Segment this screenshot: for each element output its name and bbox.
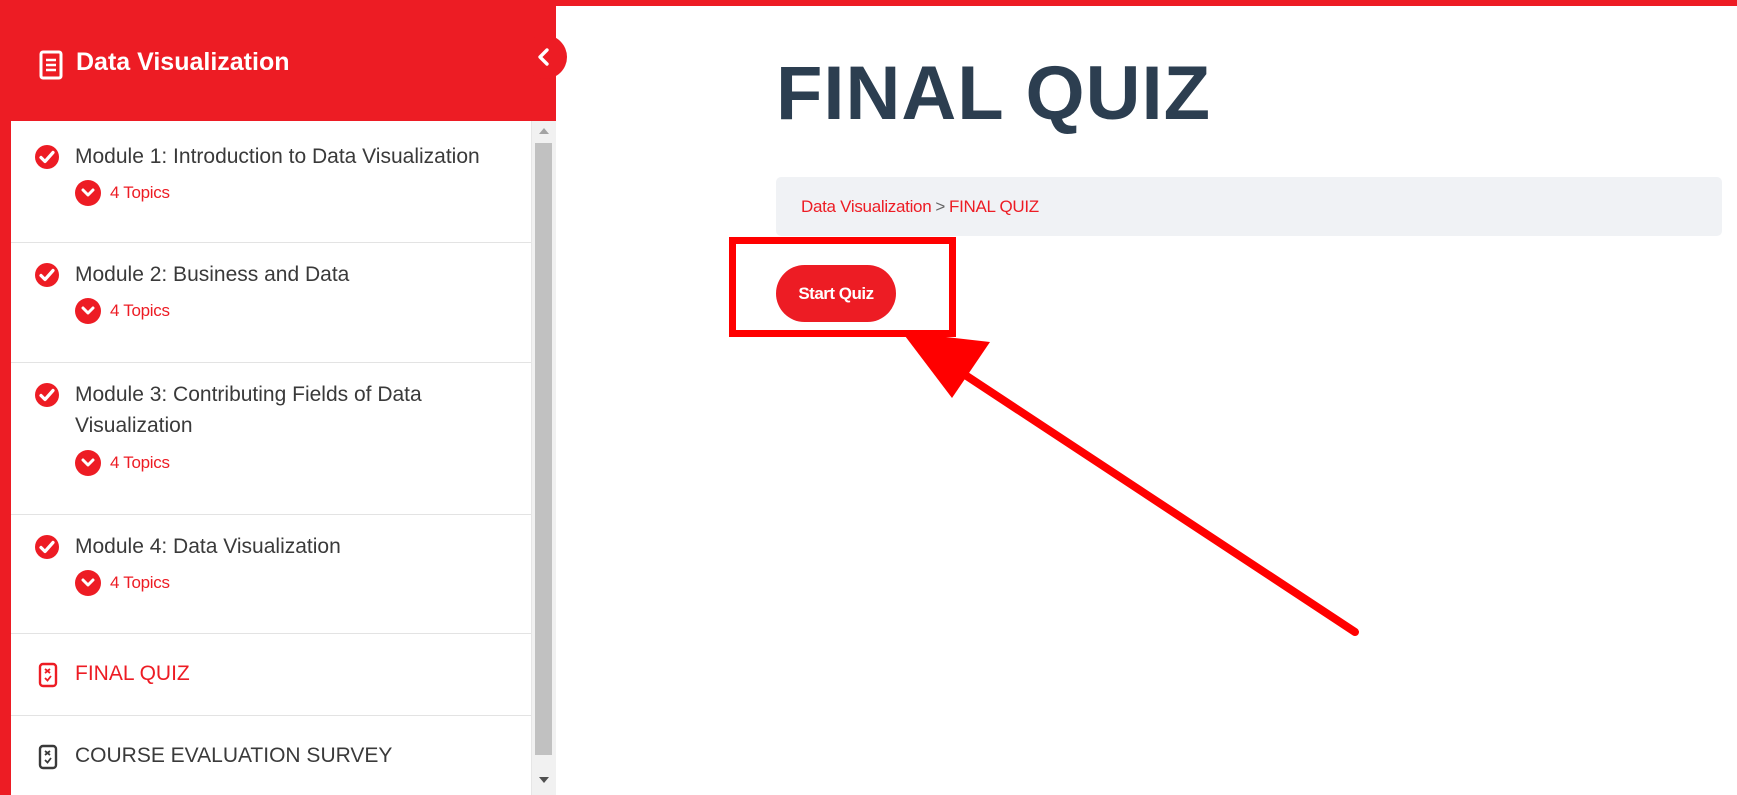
- chevron-down-icon: [75, 450, 101, 476]
- quiz-icon: [38, 744, 58, 770]
- chevron-left-icon: [538, 48, 549, 66]
- chevron-down-icon: [75, 298, 101, 324]
- check-circle-icon: [35, 263, 59, 287]
- topics-count: 4 Topics: [110, 183, 170, 202]
- page-title: FINAL QUIZ: [776, 51, 1212, 136]
- topics-toggle[interactable]: 4 Topics: [75, 298, 170, 324]
- document-icon: [39, 50, 63, 80]
- module-item[interactable]: Module 1: Introduction to Data Visualiza…: [11, 121, 531, 243]
- check-circle-icon: [35, 145, 59, 169]
- breadcrumb-course-link[interactable]: Data Visualization: [801, 197, 932, 216]
- scrollbar-thumb[interactable]: [535, 143, 552, 755]
- sidebar-item-final-quiz[interactable]: FINAL QUIZ: [11, 634, 531, 716]
- course-sidebar: Data Visualization Module 1: Introductio…: [11, 6, 556, 795]
- check-circle-icon: [35, 535, 59, 559]
- chevron-down-icon: [75, 180, 101, 206]
- sidebar-item-course-evaluation-survey[interactable]: COURSE EVALUATION SURVEY: [11, 716, 531, 795]
- topics-toggle[interactable]: 4 Topics: [75, 180, 170, 206]
- module-item[interactable]: Module 3: Contributing Fields of Data Vi…: [11, 363, 531, 515]
- check-circle-icon: [35, 383, 59, 407]
- sidebar-header: Data Visualization: [11, 6, 556, 121]
- breadcrumb-current: FINAL QUIZ: [949, 197, 1039, 216]
- topics-count: 4 Topics: [110, 573, 170, 592]
- module-title: Module 4: Data Visualization: [75, 535, 341, 558]
- frame-left-border: [0, 0, 11, 795]
- annotation-arrow-icon: [902, 332, 1359, 636]
- module-title: Module 1: Introduction to Data Visualiza…: [75, 145, 480, 168]
- annotation-highlight-box: [729, 237, 956, 337]
- scroll-up-arrow-icon[interactable]: [539, 128, 549, 134]
- lesson-list: Module 1: Introduction to Data Visualiza…: [11, 121, 532, 795]
- topics-count: 4 Topics: [110, 301, 170, 320]
- sidebar-scrollbar[interactable]: [532, 121, 556, 795]
- scroll-down-arrow-icon[interactable]: [539, 777, 549, 783]
- quiz-label: FINAL QUIZ: [75, 662, 190, 685]
- quiz-icon: [38, 662, 58, 688]
- breadcrumb-separator: >: [935, 197, 946, 216]
- breadcrumb: Data Visualization > FINAL QUIZ: [776, 177, 1722, 236]
- module-title: Module 3: Contributing Fields of Data Vi…: [75, 383, 422, 437]
- course-title: Data Visualization: [76, 48, 290, 76]
- collapse-sidebar-button[interactable]: [523, 35, 567, 79]
- topics-toggle[interactable]: 4 Topics: [75, 570, 170, 596]
- survey-label: COURSE EVALUATION SURVEY: [75, 744, 393, 767]
- topics-count: 4 Topics: [110, 453, 170, 472]
- module-title: Module 2: Business and Data: [75, 263, 350, 286]
- chevron-down-icon: [75, 570, 101, 596]
- topics-toggle[interactable]: 4 Topics: [75, 450, 170, 476]
- module-item[interactable]: Module 2: Business and Data 4 Topics: [11, 243, 531, 363]
- module-item[interactable]: Module 4: Data Visualization 4 Topics: [11, 515, 531, 634]
